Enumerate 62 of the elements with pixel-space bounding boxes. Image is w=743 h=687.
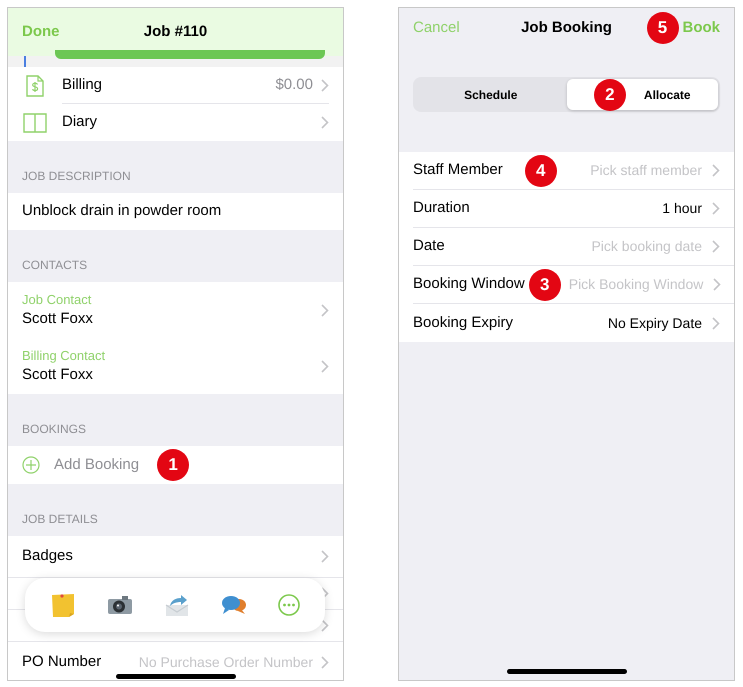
row-label: Booking Expiry bbox=[413, 312, 514, 333]
contact-caption: Billing Contact bbox=[22, 346, 106, 364]
plus-circle-icon bbox=[22, 456, 40, 474]
step-marker: 1 bbox=[157, 449, 190, 481]
contact-caption: Job Contact bbox=[22, 290, 92, 308]
menu-label: Diary bbox=[62, 112, 98, 132]
step-marker: 4 bbox=[524, 154, 557, 186]
row-placeholder: Pick booking date bbox=[591, 237, 702, 256]
menu-value: $0.00 bbox=[275, 74, 313, 95]
add-booking-label: Add Booking bbox=[54, 454, 140, 475]
section-header: CONTACTS bbox=[22, 257, 88, 274]
section-header: BOOKINGS bbox=[22, 421, 86, 438]
menu-row[interactable]: Diary bbox=[8, 104, 343, 141]
screen-title: Job Booking bbox=[521, 18, 612, 38]
row-placeholder: Pick staff member bbox=[590, 161, 702, 180]
section-header: JOB DETAILS bbox=[22, 511, 98, 528]
row-placeholder: Pick Booking Window bbox=[568, 275, 704, 294]
chevron-icon bbox=[321, 304, 329, 316]
chevron-icon bbox=[712, 164, 720, 177]
chevron-icon bbox=[321, 550, 329, 563]
section-header: JOB DESCRIPTION bbox=[22, 168, 131, 185]
screen-title: Job #110 bbox=[144, 22, 208, 42]
detail-label: Badges bbox=[22, 546, 73, 566]
menu-label: Billing bbox=[62, 74, 102, 95]
more-icon[interactable] bbox=[278, 594, 300, 616]
row-value: No Expiry Date bbox=[608, 314, 702, 333]
booking-row[interactable]: Staff Member 4 Pick staff member bbox=[399, 152, 734, 190]
sticky-note-icon[interactable] bbox=[50, 592, 76, 618]
chevron-icon bbox=[712, 240, 720, 253]
step-marker: 3 bbox=[528, 268, 561, 300]
detail-label: PO Number bbox=[22, 652, 102, 672]
chevron-icon bbox=[321, 78, 329, 92]
row-label: Booking Window bbox=[413, 274, 525, 294]
step-marker: 2 bbox=[594, 78, 626, 110]
document-dollar-icon bbox=[26, 74, 44, 96]
row-value: 1 hour bbox=[662, 199, 702, 218]
booking-row[interactable]: Date Pick booking date bbox=[399, 228, 734, 266]
chevron-icon bbox=[321, 360, 329, 372]
contact-name: Scott Foxx bbox=[22, 364, 94, 384]
book-icon bbox=[23, 112, 47, 132]
booking-row[interactable]: Booking Expiry No Expiry Date bbox=[399, 304, 734, 342]
row-label: Duration bbox=[413, 198, 470, 218]
booking-row[interactable]: Duration 1 hour bbox=[399, 190, 734, 228]
chat-bubbles-icon[interactable] bbox=[220, 594, 247, 616]
segment-tab[interactable]: Schedule bbox=[415, 79, 566, 110]
segment-tab[interactable]: 2 Allocate bbox=[566, 79, 718, 110]
chevron-icon bbox=[713, 278, 722, 291]
envelope-arrow-icon[interactable] bbox=[164, 593, 190, 617]
chevron-icon bbox=[712, 202, 720, 215]
description-text: Unblock drain in powder room bbox=[22, 201, 222, 222]
camera-icon[interactable] bbox=[107, 594, 134, 616]
contact-name: Scott Foxx bbox=[22, 308, 94, 328]
chevron-icon bbox=[321, 656, 329, 669]
row-label: Staff Member bbox=[413, 160, 503, 180]
chevron-icon bbox=[321, 116, 329, 129]
menu-row[interactable]: Billing $0.00 bbox=[8, 67, 343, 104]
chevron-icon bbox=[321, 619, 329, 632]
step-marker: 5 bbox=[646, 12, 678, 44]
booking-row[interactable]: Booking Window 3 Pick Booking Window bbox=[399, 266, 734, 304]
row-label: Date bbox=[413, 236, 445, 256]
chevron-icon bbox=[712, 316, 720, 330]
detail-value: No Purchase Order Number bbox=[138, 653, 313, 672]
